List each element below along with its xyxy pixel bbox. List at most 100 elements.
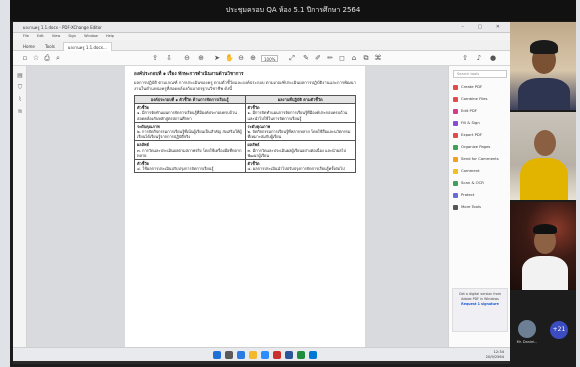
table-cell: ๑. มีการจัดทำแผนการจัดการเรียนรู้ที่มีอง… <box>247 110 348 121</box>
tool-icon <box>453 168 458 174</box>
zoom-in-icon[interactable]: ⊕ <box>249 54 257 62</box>
tool-icon <box>453 84 458 90</box>
zoom-level[interactable]: 100% <box>261 55 279 62</box>
window-titlebar: ผลงานครู 1.1.docx - PDF-XChange Editor –… <box>13 22 510 33</box>
table-cell: ๑. มีการจัดทำแผนการจัดการเรียนรู้ที่มีอง… <box>137 110 237 121</box>
tools-panel: Search tools Create PDF Combine Files Ed… <box>448 66 510 347</box>
tool-label: More Tools <box>461 204 481 209</box>
tab-bar: Home Tools ผลงานครู 1.1.docx... <box>13 40 510 51</box>
tool-create-pdf[interactable]: Create PDF <box>453 82 482 91</box>
stamp-icon[interactable]: ⌂ <box>350 54 358 62</box>
hand-icon[interactable]: ✋ <box>225 54 234 62</box>
table-row: ตัวชี้วัด ๔. ใช้ผลการประเมินปรับปรุงการจั… <box>134 159 356 174</box>
promo-box: Get a digital version from Adobe PDF in … <box>452 288 508 332</box>
avatar[interactable] <box>518 320 536 338</box>
tool-icon <box>453 192 458 198</box>
pdf-viewer: ▤ ⛉ ⌇ ≋ องค์ประกอบที่ ๑ เรื่อง ทักษะการด… <box>13 66 448 347</box>
menu-help[interactable]: Help <box>106 34 114 38</box>
edge-icon[interactable] <box>309 351 317 359</box>
tool-comment[interactable]: Comment <box>453 166 480 175</box>
bookmark-icon[interactable]: ⛉ <box>16 84 24 92</box>
star-icon[interactable]: ☆ <box>32 54 40 62</box>
promo-link[interactable]: Request 1 signature <box>453 302 507 307</box>
participant-shirt <box>520 158 568 200</box>
page-up-icon[interactable]: ⊖ <box>183 54 191 62</box>
more-participants-button[interactable]: +21 <box>550 321 568 339</box>
word-icon[interactable] <box>285 351 293 359</box>
fit-icon[interactable]: ⤢ <box>288 54 296 62</box>
participant-hair <box>533 224 557 234</box>
highlight-icon[interactable]: ✐ <box>314 54 322 62</box>
start-icon[interactable] <box>213 351 221 359</box>
paperclip-icon[interactable]: ⌇ <box>16 96 24 104</box>
tools-search-input[interactable]: Search tools <box>453 70 507 78</box>
self-view: Mr. Daniel... +21 <box>510 312 576 352</box>
tool-label: Scan & OCR <box>461 180 484 185</box>
tool-export-pdf[interactable]: Export PDF <box>453 130 482 139</box>
menu-window[interactable]: Window <box>84 34 98 38</box>
menu-sign[interactable]: Sign <box>68 34 76 38</box>
self-name: Mr. Daniel... <box>516 340 538 344</box>
tool-label: Comment <box>461 168 480 173</box>
tool-icon <box>453 144 458 150</box>
print-icon[interactable]: ⎙ <box>43 54 51 62</box>
tab-document[interactable]: ผลงานครู 1.1.docx... <box>63 42 112 51</box>
download-icon[interactable]: ⇩ <box>165 54 173 62</box>
tool-icon <box>453 156 458 162</box>
table-cell: ๓. การวัดและประเมินผลตามสภาพจริง โดยใช้เ… <box>137 147 242 158</box>
shared-screen: ผลงานครู 1.1.docx - PDF-XChange Editor –… <box>13 22 510 364</box>
explorer-icon[interactable] <box>249 351 257 359</box>
tool-combine-files[interactable]: Combine Files <box>453 94 487 103</box>
tool-edit-pdf[interactable]: Edit PDF <box>453 106 477 115</box>
shape-icon[interactable]: ◻ <box>338 54 346 62</box>
pages-icon[interactable]: ▤ <box>16 72 24 80</box>
share-icon[interactable]: ⇧ <box>461 54 469 62</box>
table-header-2: ผลงานที่ปฏิบัติ ตามตัวชี้วัด <box>244 94 356 105</box>
meeting-window: ประชุมครอบ QA ห้อง 5.1 ปีการศึกษา 2564 ผ… <box>10 0 576 367</box>
zoom-out-icon[interactable]: ⊖ <box>237 54 245 62</box>
table-cell: ๔. ใช้ผลการประเมินปรับปรุงการจัดการเรียน… <box>137 166 214 172</box>
tool-more-tools[interactable]: More Tools <box>453 202 481 211</box>
chrome-icon[interactable] <box>297 351 305 359</box>
tab-home[interactable]: Home <box>19 42 39 51</box>
attach-icon[interactable]: ⧉ <box>362 54 370 62</box>
page-down-icon[interactable]: ⊕ <box>197 54 205 62</box>
acrobat-icon[interactable] <box>273 351 281 359</box>
search-icon[interactable]: ⌕ <box>54 54 62 62</box>
taskview-icon[interactable] <box>237 351 245 359</box>
zoom-icon[interactable] <box>261 351 269 359</box>
upload-icon[interactable]: ⇪ <box>151 54 159 62</box>
tool-scan-ocr[interactable]: Scan & OCR <box>453 178 484 187</box>
tool-fill-sign[interactable]: Fill & Sign <box>453 118 480 127</box>
tab-tools[interactable]: Tools <box>41 42 59 51</box>
tool-organize-pages[interactable]: Organize Pages <box>453 142 490 151</box>
participant-video[interactable] <box>510 112 576 200</box>
draw-icon[interactable]: ✏ <box>326 54 334 62</box>
tool-icon <box>453 108 458 114</box>
account-icon[interactable]: ● <box>489 54 497 62</box>
menu-file[interactable]: File <box>23 34 29 38</box>
comment-icon[interactable]: ✎ <box>302 54 310 62</box>
bell-icon[interactable]: ♪ <box>475 54 483 62</box>
table-cell: ๔. ผลการประเมินนำไปปรับปรุงการจัดการเรีย… <box>247 166 345 172</box>
tool-label: Edit PDF <box>461 108 477 113</box>
doc-intro: ผลการปฏิบัติ ตามเกณฑ์ การประเมินของครู ต… <box>134 80 356 91</box>
participant-video[interactable] <box>510 202 576 290</box>
layers-icon[interactable]: ≋ <box>16 108 24 116</box>
tool-icon <box>453 204 458 210</box>
menu-edit[interactable]: Edit <box>37 34 44 38</box>
pdf-page: องค์ประกอบที่ ๑ เรื่อง ทักษะการดำเนินงาน… <box>125 66 365 347</box>
link-icon[interactable]: ⌘ <box>374 54 382 62</box>
tool-label: Combine Files <box>461 96 488 101</box>
participant-video[interactable] <box>510 22 576 110</box>
tool-send-comments[interactable]: Send for Comments <box>453 154 499 163</box>
save-icon[interactable]: ▫ <box>21 54 29 62</box>
tool-protect[interactable]: Protect <box>453 190 474 199</box>
table-row: ระดับคุณภาพ ๒. การจัดกิจกรรมการเรียนรู้ที… <box>134 121 356 142</box>
table-header-row: องค์ประกอบที่ ๑ ตัวชี้วัด ด้านการจัดการเ… <box>134 94 356 105</box>
taskbar-search-icon[interactable] <box>225 351 233 359</box>
cursor-icon[interactable]: ➤ <box>213 54 221 62</box>
menu-view[interactable]: View <box>52 34 60 38</box>
window-controls[interactable]: – ▢ ✕ <box>461 22 506 32</box>
participant-hair <box>530 40 558 54</box>
